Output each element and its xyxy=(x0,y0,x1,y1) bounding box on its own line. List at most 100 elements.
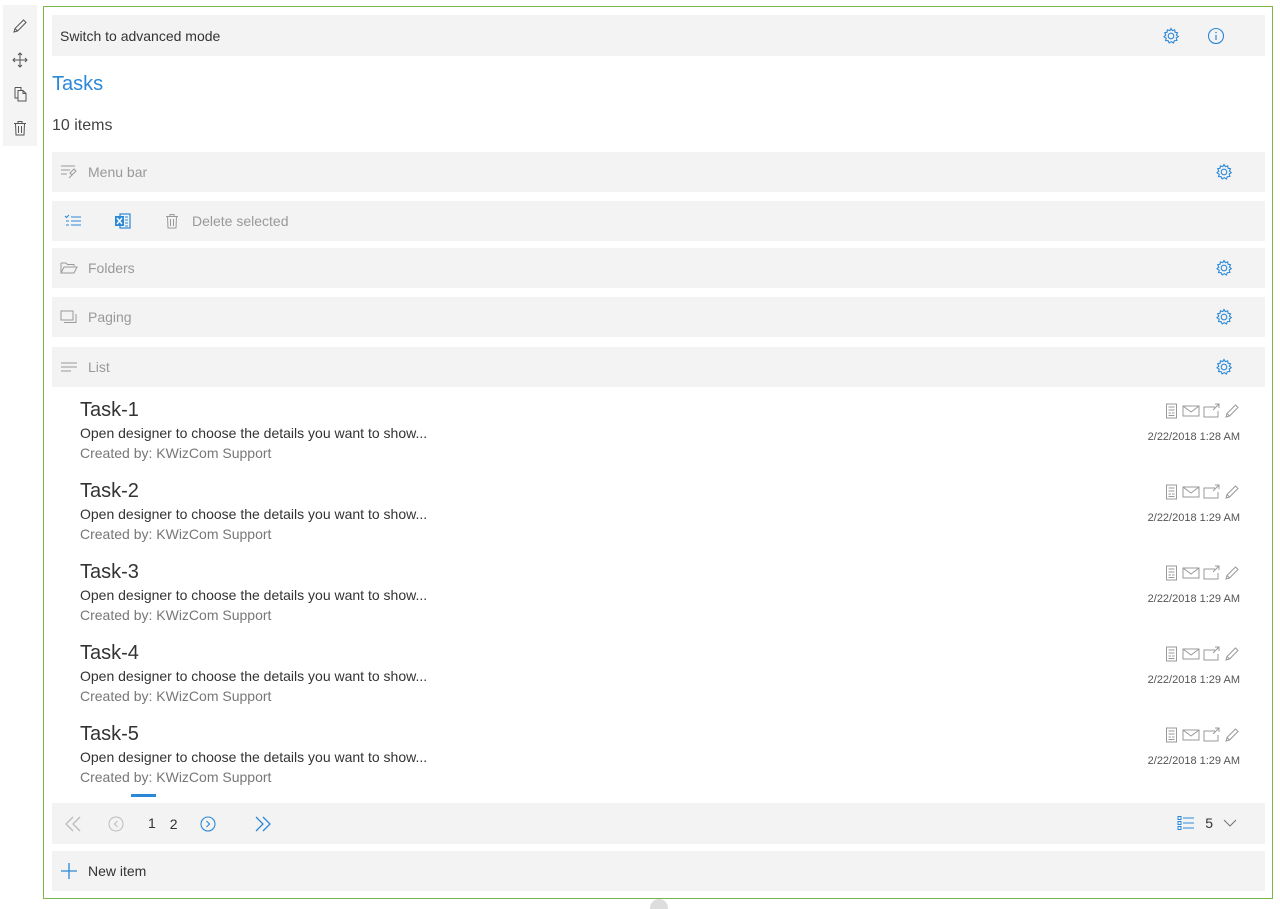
resize-handle[interactable] xyxy=(650,899,668,909)
trash-icon[interactable] xyxy=(164,213,180,229)
list-item[interactable]: Task-5 Open designer to choose the detail… xyxy=(80,723,1240,801)
task-date: 2/22/2018 1:29 AM xyxy=(1147,593,1240,605)
task-title[interactable]: Task-5 xyxy=(80,723,139,746)
folders-section[interactable]: Folders xyxy=(52,248,1265,288)
task-title[interactable]: Task-1 xyxy=(80,399,139,422)
new-item-button[interactable]: New item xyxy=(52,851,1265,891)
paging-icon xyxy=(60,309,78,325)
list-item[interactable]: Task-4 Open designer to choose the detail… xyxy=(80,642,1240,720)
task-description: Open designer to choose the details you … xyxy=(80,749,428,765)
paging-label: Paging xyxy=(88,309,132,325)
item-count: 10 items xyxy=(52,117,113,134)
task-created-by: Created by: KWizCom Support xyxy=(80,769,272,785)
open-external-icon[interactable] xyxy=(1203,403,1221,419)
menu-bar-icon xyxy=(60,164,78,180)
task-date: 2/22/2018 1:29 AM xyxy=(1147,512,1240,524)
menu-bar-label: Menu bar xyxy=(88,164,148,180)
gear-icon[interactable] xyxy=(1215,163,1233,181)
pencil-icon[interactable] xyxy=(1224,403,1240,419)
open-external-icon[interactable] xyxy=(1203,646,1221,662)
last-page-icon[interactable] xyxy=(252,815,272,833)
list-item[interactable]: Task-2 Open designer to choose the detail… xyxy=(80,480,1240,558)
new-item-label: New item xyxy=(88,863,147,879)
task-title[interactable]: Task-4 xyxy=(80,642,139,665)
item-actions xyxy=(1165,484,1240,500)
task-date: 2/22/2018 1:28 AM xyxy=(1147,431,1240,443)
gear-icon[interactable] xyxy=(1215,358,1233,376)
email-icon[interactable] xyxy=(1182,727,1200,743)
page-title[interactable]: Tasks xyxy=(52,73,103,96)
pencil-icon[interactable] xyxy=(1224,484,1240,500)
document-icon[interactable] xyxy=(1165,484,1179,500)
task-created-by: Created by: KWizCom Support xyxy=(80,445,272,461)
page-size-selector[interactable]: 5 xyxy=(1177,815,1237,831)
item-actions xyxy=(1165,403,1240,419)
web-part-frame: Switch to advanced mode Tasks 10 items M… xyxy=(43,6,1273,899)
task-created-by: Created by: KWizCom Support xyxy=(80,607,272,623)
previous-page-icon[interactable] xyxy=(108,816,124,832)
task-date: 2/22/2018 1:29 AM xyxy=(1147,674,1240,686)
pencil-icon[interactable] xyxy=(1224,646,1240,662)
pencil-icon[interactable] xyxy=(8,14,32,38)
item-actions xyxy=(1165,565,1240,581)
info-icon[interactable] xyxy=(1207,27,1225,45)
open-external-icon[interactable] xyxy=(1203,484,1221,500)
current-page-indicator xyxy=(131,793,156,797)
email-icon[interactable] xyxy=(1182,403,1200,419)
task-title[interactable]: Task-3 xyxy=(80,561,139,584)
gear-icon[interactable] xyxy=(1215,308,1233,326)
plus-icon xyxy=(60,862,78,880)
document-icon[interactable] xyxy=(1165,565,1179,581)
pager-bar: 1 2 5 xyxy=(52,793,1265,844)
task-description: Open designer to choose the details you … xyxy=(80,668,428,684)
paging-section[interactable]: Paging xyxy=(52,297,1265,337)
excel-export-icon[interactable] xyxy=(114,212,132,230)
item-actions xyxy=(1165,727,1240,743)
page-size-value: 5 xyxy=(1205,815,1213,831)
task-description: Open designer to choose the details you … xyxy=(80,506,428,522)
document-icon[interactable] xyxy=(1165,646,1179,662)
open-external-icon[interactable] xyxy=(1203,727,1221,743)
delete-selected-button[interactable]: Delete selected xyxy=(192,213,289,229)
list-icon xyxy=(60,359,78,375)
folders-label: Folders xyxy=(88,260,135,276)
switch-advanced-mode-link[interactable]: Switch to advanced mode xyxy=(60,28,220,44)
task-created-by: Created by: KWizCom Support xyxy=(80,526,272,542)
gear-icon[interactable] xyxy=(1162,27,1180,45)
item-actions xyxy=(1165,646,1240,662)
task-created-by: Created by: KWizCom Support xyxy=(80,688,272,704)
next-page-icon[interactable] xyxy=(200,815,216,832)
move-icon[interactable] xyxy=(8,48,32,72)
pencil-icon[interactable] xyxy=(1224,727,1240,743)
list-label: List xyxy=(88,359,110,375)
email-icon[interactable] xyxy=(1182,565,1200,581)
page-1-link[interactable]: 1 xyxy=(131,793,170,833)
page-size-icon xyxy=(1177,815,1195,831)
task-description: Open designer to choose the details you … xyxy=(80,425,428,441)
action-toolbar: Delete selected xyxy=(52,201,1265,241)
first-page-icon[interactable] xyxy=(64,815,84,833)
list-section[interactable]: List xyxy=(52,347,1265,387)
web-part-toolbar xyxy=(3,5,37,146)
task-description: Open designer to choose the details you … xyxy=(80,587,428,603)
folder-icon xyxy=(60,260,78,276)
menu-bar-section[interactable]: Menu bar xyxy=(52,152,1265,192)
copy-icon[interactable] xyxy=(8,82,32,106)
pencil-icon[interactable] xyxy=(1224,565,1240,581)
task-date: 2/22/2018 1:29 AM xyxy=(1147,755,1240,767)
select-list-icon[interactable] xyxy=(64,213,82,229)
open-external-icon[interactable] xyxy=(1203,565,1221,581)
document-icon[interactable] xyxy=(1165,727,1179,743)
task-title[interactable]: Task-2 xyxy=(80,480,139,503)
trash-icon[interactable] xyxy=(8,116,32,140)
email-icon[interactable] xyxy=(1182,484,1200,500)
advanced-mode-bar: Switch to advanced mode xyxy=(52,15,1265,56)
page-number: 1 xyxy=(148,814,156,831)
email-icon[interactable] xyxy=(1182,646,1200,662)
page-2-link[interactable]: 2 xyxy=(170,816,178,832)
document-icon[interactable] xyxy=(1165,403,1179,419)
list-item[interactable]: Task-3 Open designer to choose the detail… xyxy=(80,561,1240,639)
list-item[interactable]: Task-1 Open designer to choose the detail… xyxy=(80,399,1240,477)
gear-icon[interactable] xyxy=(1215,259,1233,277)
chevron-down-icon xyxy=(1223,818,1237,828)
